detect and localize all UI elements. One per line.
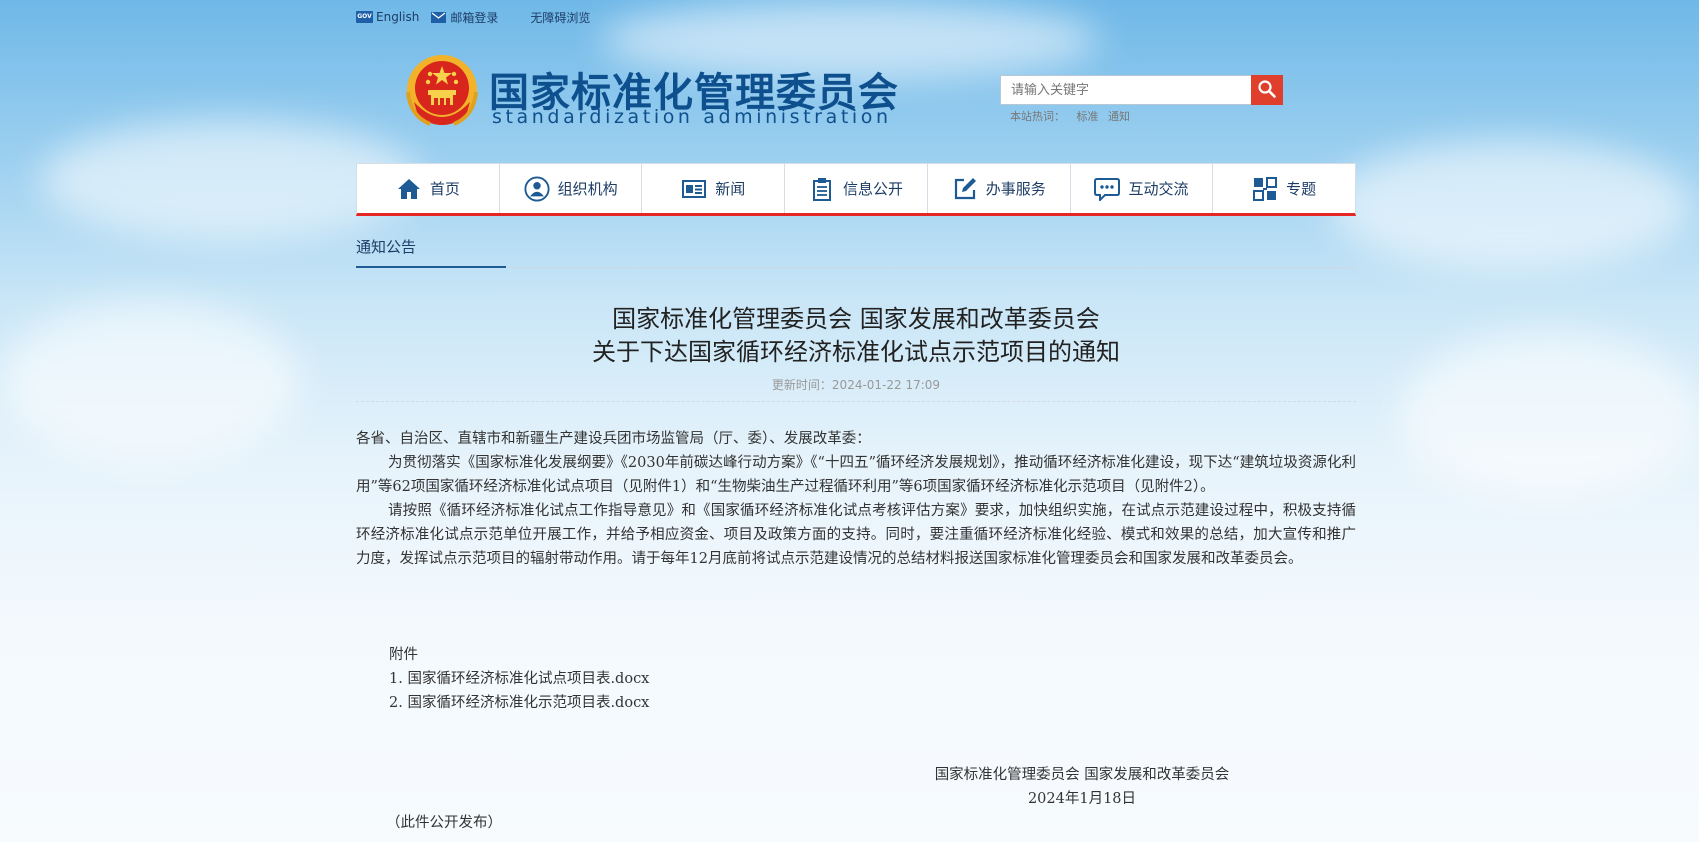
page-container: GOV English 邮箱登录 无障碍浏览 国家标准化管理委员会 standa… (356, 0, 1356, 842)
nav-item-interaction[interactable]: 互动交流 (1071, 164, 1214, 213)
article-signature: 国家标准化管理委员会 国家发展和改革委员会 2024年1月18日 (912, 763, 1252, 811)
mail-login-link[interactable]: 邮箱登录 (431, 9, 498, 26)
publication-note: （此件公开发布） (386, 815, 502, 831)
hot-words-label: 本站热词： (1010, 110, 1065, 123)
mail-label: 邮箱登录 (450, 10, 499, 25)
article-paragraph: 请按照《循环经济标准化试点工作指导意见》和《国家循环经济标准化试点考核评估方案》… (356, 503, 1356, 567)
divider (356, 401, 1356, 402)
attachment-link[interactable]: 1. 国家循环经济标准化试点项目表.docx (389, 667, 649, 691)
breadcrumb-current[interactable]: 通知公告 (356, 233, 506, 268)
nav-item-news[interactable]: 新闻 (642, 164, 786, 213)
national-emblem-icon (404, 52, 480, 132)
breadcrumb: 通知公告 (356, 233, 1356, 268)
attachments-label: 附件 (389, 647, 418, 663)
search-input[interactable] (1000, 75, 1251, 105)
accessible-link[interactable]: 无障碍浏览 (530, 9, 590, 26)
gov-icon: GOV (356, 11, 373, 23)
article-updated-time: 更新时间：2024-01-22 17:09 (771, 378, 941, 392)
english-label: English (376, 10, 420, 24)
article-salutation: 各省、自治区、直辖市和新疆生产建设兵团市场监管局（厅、委）、发展改革委： (356, 431, 871, 447)
top-bar: GOV English 邮箱登录 无障碍浏览 (356, 8, 602, 26)
site-logo-en: standardization administration (492, 106, 892, 128)
nav-item-label: 首页 (429, 180, 460, 198)
article-body: 各省、自治区、直辖市和新疆生产建设兵团市场监管局（厅、委）、发展改革委： 为贯彻… (356, 427, 1356, 571)
edit-icon (952, 176, 978, 202)
chat-icon (1094, 176, 1121, 202)
user-icon (524, 175, 550, 202)
nav-item-services[interactable]: 办事服务 (928, 164, 1071, 213)
hot-word-link[interactable]: 通知 (1108, 110, 1130, 123)
accessible-label: 无障碍浏览 (530, 10, 591, 25)
nav-item-label: 互动交流 (1128, 180, 1189, 198)
hot-word-link[interactable]: 标准 (1077, 110, 1099, 123)
puzzle-icon (1252, 176, 1278, 202)
nav-item-label: 信息公开 (843, 180, 904, 198)
hot-words: 本站热词： 标准 通知 (1010, 108, 1136, 124)
article-title-line: 关于下达国家循环经济标准化试点示范项目的通知 (592, 338, 1120, 366)
home-icon (396, 176, 422, 202)
nav-item-label: 新闻 (715, 180, 746, 198)
main-nav: 首页 组织机构 新闻 信息公开 办事服务 互动交流 专题 (356, 163, 1356, 216)
nav-item-organization[interactable]: 组织机构 (500, 164, 643, 213)
signature-date: 2024年1月18日 (1027, 791, 1137, 807)
attachments: 附件 1. 国家循环经济标准化试点项目表.docx 2. 国家循环经济标准化示范… (389, 643, 649, 715)
search-icon (1257, 79, 1277, 102)
nav-item-label: 组织机构 (557, 180, 618, 198)
nav-item-label: 专题 (1286, 180, 1317, 198)
newspaper-icon (681, 176, 707, 202)
nav-item-label: 办事服务 (985, 180, 1046, 198)
article-paragraph: 为贯彻落实《国家标准化发展纲要》《2030年前碳达峰行动方案》《“十四五”循环经… (356, 455, 1356, 495)
mail-icon (431, 11, 447, 23)
article-title: 国家标准化管理委员会 国家发展和改革委员会 关于下达国家循环经济标准化试点示范项… (356, 303, 1356, 369)
search-button[interactable] (1251, 75, 1283, 105)
search-box (1000, 75, 1283, 105)
english-link[interactable]: GOV English (356, 10, 419, 24)
nav-item-topics[interactable]: 专题 (1213, 164, 1355, 213)
clipboard-icon (809, 176, 835, 202)
nav-item-info-disclosure[interactable]: 信息公开 (785, 164, 928, 213)
nav-item-home[interactable]: 首页 (357, 164, 500, 213)
article-title-line: 国家标准化管理委员会 国家发展和改革委员会 (612, 305, 1100, 333)
attachment-link[interactable]: 2. 国家循环经济标准化示范项目表.docx (389, 691, 649, 715)
signature-issuer: 国家标准化管理委员会 国家发展和改革委员会 (934, 767, 1230, 783)
